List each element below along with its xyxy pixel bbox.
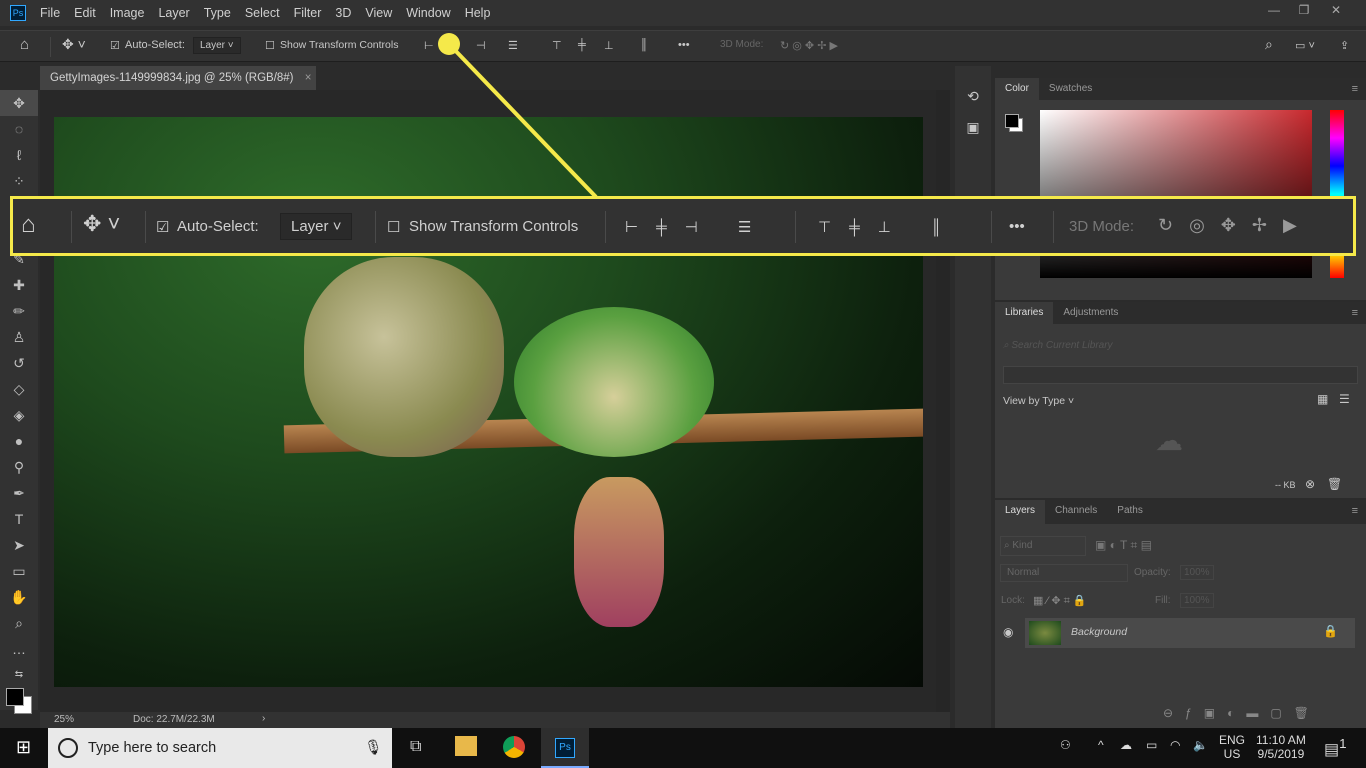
more-button: ••• xyxy=(1009,218,1025,235)
callout-line xyxy=(447,42,598,199)
show-transform-checkbox: ☐ xyxy=(387,219,401,236)
3d-mode-icons: ↻◎✥✢▶ xyxy=(1158,215,1313,235)
annotation-overlay xyxy=(438,33,598,199)
layer-dropdown: Layer ˅ xyxy=(280,213,353,240)
auto-select-checkbox: ☑ xyxy=(156,219,170,236)
callout-dot xyxy=(438,33,460,55)
options-bar-callout: ⌂ ✥ ˅ ☑ Auto-Select: Layer ˅ ☐ Show Tran… xyxy=(10,196,1356,256)
show-transform-label: Show Transform Controls xyxy=(409,218,579,235)
vertical-align-icons: ⊤╪⊥ ║ xyxy=(818,219,960,236)
home-icon: ⌂ xyxy=(21,211,36,238)
layer-dropdown-value: Layer xyxy=(291,218,329,235)
3d-mode-label: 3D Mode: xyxy=(1069,218,1135,235)
auto-select-label: Auto-Select: xyxy=(177,218,259,235)
align-icons: ⊢╪⊣ ☰ xyxy=(625,219,770,236)
move-tool-icon: ✥ ˅ xyxy=(83,211,121,236)
